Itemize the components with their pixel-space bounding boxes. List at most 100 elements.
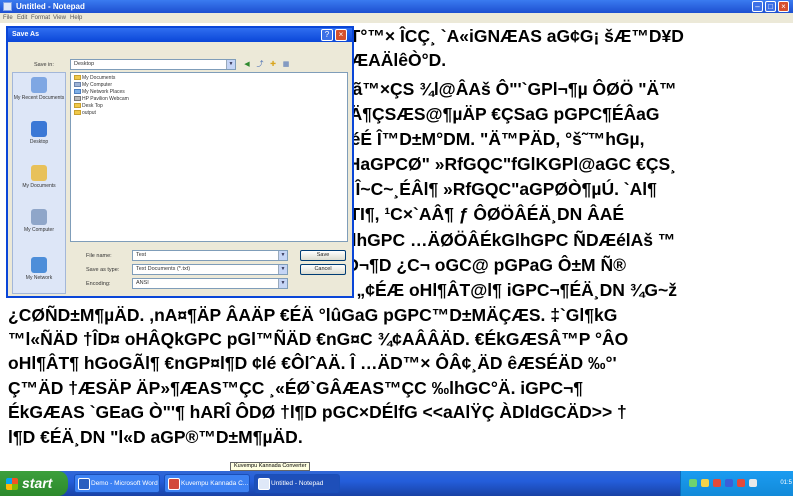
network-icon (31, 257, 47, 273)
system-tray: 01:5 (680, 471, 793, 496)
file-name-field[interactable]: Test ▼ (132, 250, 288, 261)
recent-documents-icon (31, 77, 47, 93)
dialog-titlebar: Save As ? × (8, 28, 352, 42)
list-item[interactable]: My Computer (74, 82, 112, 89)
start-button[interactable]: start (0, 471, 68, 496)
views-menu-icon[interactable]: ▦ (281, 60, 291, 69)
language-tray-icon[interactable] (749, 479, 757, 487)
taskbar: start Demo - Microsoft Word Kuvempu Kann… (0, 471, 793, 496)
folder-icon (74, 110, 81, 115)
editor-line: ™l«ÑÄD †ÎD¤ oHÂQkGPC pGl™ÑÄD €nG¤C ¾¢AÂÂ… (8, 329, 629, 349)
save-as-type-dropdown[interactable]: Text Documents (*.txt) ▼ (132, 264, 288, 275)
place-label: Desktop (29, 139, 49, 145)
chevron-down-icon: ▼ (278, 265, 287, 274)
webcam-icon (74, 96, 81, 101)
places-bar: My Recent Documents Desktop My Documents… (12, 72, 66, 294)
editor-line: PÄ¶ÇSÆS@¶µÄP €ÇSaG pGPC¶ÉÂaG (338, 104, 660, 124)
editor-line: DéÉ Î™D±M°DM. "Ä™PÄD, °š˜™hGµ, (338, 129, 645, 149)
minimize-button[interactable]: – (752, 1, 763, 12)
menu-help[interactable]: Help (70, 13, 82, 23)
volume-tray-icon[interactable] (701, 479, 709, 487)
up-folder-icon[interactable]: ⤴ (255, 60, 265, 69)
save-in-value: Desktop (74, 61, 95, 67)
folder-icon (74, 75, 81, 80)
list-item[interactable]: My Network Places (74, 89, 125, 96)
desktop-icon (31, 121, 47, 137)
encoding-label: Encoding: (86, 281, 111, 287)
list-item[interactable]: Desk Top (74, 103, 103, 110)
editor-line: Jlã™×ÇS ¾l@ÂAš Ô"'`GPl¬¶µ ÔØÖ "Ä™ (338, 79, 677, 99)
menu-edit[interactable]: Edit (17, 13, 27, 23)
start-label: start (22, 475, 53, 491)
list-item[interactable]: output (74, 110, 96, 117)
place-desktop[interactable]: Desktop (13, 121, 65, 145)
chevron-down-icon: ▼ (278, 279, 287, 288)
taskbar-item-kuvempu[interactable]: Kuvempu Kannada C... (164, 474, 250, 493)
save-button[interactable]: Save (300, 250, 346, 261)
file-name-label: File name: (86, 253, 112, 259)
windows-logo-icon (6, 478, 18, 490)
maximize-button[interactable]: □ (765, 1, 776, 12)
editor-line: GlhGPC …ÄØÖÂÉkGlhGPC ÑDÆélAš ™ (338, 230, 676, 250)
place-label: My Recent Documents (13, 95, 65, 101)
editor-line: N Î~C~¸ÉÂl¶ »RfGQC"aGPØÒ¶µÚ. `Al¶ (338, 179, 657, 199)
encoding-dropdown[interactable]: ANSI ▼ (132, 278, 288, 289)
dialog-close-button[interactable]: × (335, 29, 347, 41)
my-documents-icon (31, 165, 47, 181)
notepad-icon (258, 478, 270, 490)
back-icon[interactable]: ◀ (242, 60, 252, 69)
editor-line: ET°™× ÎCÇ¸ `A«iGNÆAS aG¢G¡ šÆ™D¥D (338, 26, 684, 46)
list-item[interactable]: HP Pavilion Webcam (74, 96, 129, 103)
help-button[interactable]: ? (321, 29, 333, 41)
alert-tray-icon[interactable] (737, 479, 745, 487)
encoding-value: ANSI (136, 280, 149, 286)
chevron-down-icon: ▼ (278, 251, 287, 260)
save-as-type-label: Save as type: (86, 267, 120, 273)
list-item[interactable]: My Documents (74, 75, 115, 82)
editor-line: "D¬¶D ¿C¬ oGC@ pGPaG Ô±M Ñ® (338, 255, 627, 275)
my-computer-icon (31, 209, 47, 225)
security-tray-icon[interactable] (713, 479, 721, 487)
place-my-network[interactable]: My Network (13, 257, 65, 281)
editor-line: oHl¶ÂT¶ hGoGÃl¶ €nGP¤l¶D ¢lé €ÔlˆAÄ. Î …… (8, 353, 617, 373)
editor-line: O „¢ÉÆ oHl¶ÂT@l¶ iGPC¬¶ÉÄ¸DN ¾G~ž (338, 280, 677, 300)
menu-format[interactable]: Format (31, 13, 50, 23)
folder-icon (74, 103, 81, 108)
clock: 01:5 (780, 480, 792, 486)
save-as-dialog: Save As ? × Save in: Desktop ▼ ◀ ⤴ ✚ ▦ M… (6, 26, 354, 298)
taskbar-item-notepad[interactable]: Untitled - Notepad (254, 474, 340, 493)
place-label: My Documents (22, 183, 56, 189)
taskbar-item-word[interactable]: Demo - Microsoft Word (74, 474, 160, 493)
menu-file[interactable]: File (3, 13, 13, 23)
app-tray-icon[interactable] (725, 479, 733, 487)
dialog-title: Save As (12, 31, 39, 38)
editor-line: l¶D €ÉÄ¸DN "l«D aGP®™D±M¶µÄD. (8, 427, 303, 447)
editor-line: ¿CØÑD±M¶µÄD. ,nA¤¶ÄP ÂAÄP €ÉÄ °lûGaG pGP… (8, 305, 618, 325)
menu-bar: File Edit Format View Help (0, 13, 793, 23)
place-my-computer[interactable]: My Computer (13, 209, 65, 233)
taskbar-item-label: Demo - Microsoft Word (91, 480, 158, 487)
tooltip: Kuvempu Kannada Converter (230, 462, 311, 471)
network-tray-icon[interactable] (689, 479, 697, 487)
editor-line: ÑÆAÄlêÒ°D. (338, 50, 447, 70)
place-label: My Computer (23, 227, 54, 233)
save-in-dropdown[interactable]: Desktop ▼ (70, 59, 236, 70)
editor-line: ÉkGÆAS `GEaG Ò"'¶ hARÎ ÔDØ †l¶D pGC×DÉlf… (8, 402, 627, 422)
taskbar-item-label: Kuvempu Kannada C... (181, 480, 249, 487)
cancel-button[interactable]: Cancel (300, 264, 346, 275)
menu-view[interactable]: View (53, 13, 66, 23)
file-list[interactable]: My Documents My Computer My Network Plac… (70, 72, 348, 242)
network-icon (74, 89, 81, 94)
new-folder-icon[interactable]: ✚ (268, 60, 278, 69)
computer-icon (74, 82, 81, 87)
save-in-label: Save in: (34, 62, 54, 68)
taskbar-item-label: Untitled - Notepad (271, 480, 324, 487)
place-my-recent-documents[interactable]: My Recent Documents (13, 77, 65, 101)
notepad-icon (3, 2, 12, 11)
window-title: Untitled - Notepad (16, 2, 85, 11)
notepad-titlebar: Untitled - Notepad – □ × (0, 0, 793, 13)
editor-line: Ç™ÄD †ÆSÄP ÄP»¶ÆAS™ÇC ¸«ÉØ`GÂÆAS™ÇC ‰lhG… (8, 378, 584, 398)
editor-line: ATI¶, ¹C×`AÂ¶ ƒ ÔØÖÂÉÄ¸DN ÂAÉ (338, 204, 625, 224)
close-button[interactable]: × (778, 1, 789, 12)
place-my-documents[interactable]: My Documents (13, 165, 65, 189)
